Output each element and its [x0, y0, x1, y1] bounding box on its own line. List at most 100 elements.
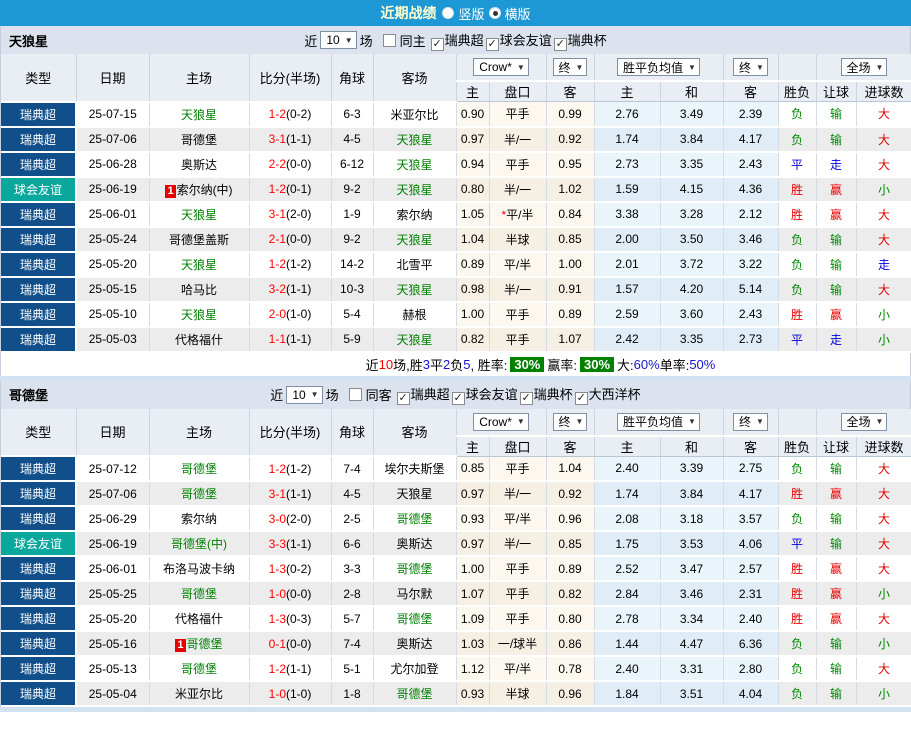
home-team[interactable]: 哥德堡盖斯 — [149, 226, 250, 253]
avg-time-select[interactable]: 终 ▼ — [733, 412, 768, 431]
avg-time-select[interactable]: 终 ▼ — [733, 58, 768, 76]
home-team[interactable]: 哥德堡 — [149, 481, 250, 507]
layout-radio-vertical[interactable] — [442, 7, 455, 19]
away-team[interactable]: 索尔纳 — [373, 201, 457, 228]
home-team[interactable]: 天狼星 — [149, 251, 250, 278]
away-team-name[interactable]: 天狼星 — [396, 333, 432, 347]
away-team[interactable]: 哥德堡 — [373, 606, 457, 632]
home-team[interactable]: 天狼星 — [149, 101, 250, 128]
home-team-name[interactable]: 布洛马波卡纳 — [163, 562, 235, 576]
home-team[interactable]: 哥德堡 — [149, 581, 250, 607]
away-team-name[interactable]: 哥德堡 — [396, 612, 432, 626]
away-team[interactable]: 天狼星 — [373, 151, 457, 178]
away-team[interactable]: 尤尔加登 — [373, 656, 457, 682]
home-team-name[interactable]: 哥德堡(中) — [171, 537, 227, 551]
home-team-name[interactable]: 哥德堡 — [181, 133, 217, 147]
home-team[interactable]: 布洛马波卡纳 — [149, 556, 250, 582]
league-checkbox[interactable] — [451, 392, 465, 405]
home-team-name[interactable]: 天狼星 — [181, 108, 217, 122]
home-team[interactable]: 哥德堡(中) — [149, 531, 250, 557]
same-venue-checkbox[interactable] — [382, 33, 396, 47]
away-team[interactable]: 天狼星 — [373, 276, 457, 303]
odds-company-select[interactable]: Crow* ▼ — [473, 412, 529, 431]
away-team-name[interactable]: 尤尔加登 — [390, 662, 438, 676]
away-team-name[interactable]: 天狼星 — [396, 233, 432, 247]
match-count-select[interactable]: 10 ▼ — [286, 385, 323, 404]
home-team-name[interactable]: 索尔纳 — [181, 512, 217, 526]
away-team[interactable]: 米亚尔比 — [373, 101, 457, 128]
away-team-name[interactable]: 奥斯达 — [396, 537, 432, 551]
match-count-select[interactable]: 10 ▼ — [320, 31, 357, 49]
league-checkbox[interactable] — [430, 37, 444, 51]
home-team-name[interactable]: 哥德堡 — [181, 487, 217, 501]
league-checkbox[interactable] — [519, 392, 533, 405]
away-team[interactable]: 天狼星 — [373, 126, 457, 153]
away-team-name[interactable]: 哥德堡 — [396, 512, 432, 526]
home-team[interactable]: 1 索尔纳(中) — [149, 176, 250, 203]
odds-company-select[interactable]: Crow* ▼ — [473, 58, 529, 76]
home-team[interactable]: 索尔纳 — [149, 506, 250, 532]
layout-radio-label[interactable]: 竖版 — [458, 4, 484, 23]
away-team[interactable]: 天狼星 — [373, 481, 457, 507]
away-team-name[interactable]: 天狼星 — [396, 133, 432, 147]
away-team-name[interactable]: 赫根 — [402, 308, 426, 322]
home-team-name[interactable]: 米亚尔比 — [175, 687, 223, 701]
away-team-name[interactable]: 天狼星 — [396, 283, 432, 297]
home-team-name[interactable]: 天狼星 — [181, 208, 217, 222]
home-team-name[interactable]: 哥德堡 — [181, 587, 217, 601]
away-team-name[interactable]: 奥斯达 — [396, 637, 432, 651]
away-team[interactable]: 哥德堡 — [373, 556, 457, 582]
away-team[interactable]: 赫根 — [373, 301, 457, 328]
handicap-time-select[interactable]: 终 ▼ — [552, 412, 588, 431]
avg-type-select[interactable]: 胜平负均值 ▼ — [617, 412, 700, 431]
away-team-name[interactable]: 哥德堡 — [396, 562, 432, 576]
home-team[interactable]: 奥斯达 — [149, 151, 250, 178]
away-team[interactable]: 天狼星 — [373, 176, 457, 203]
avg-type-select[interactable]: 胜平负均值 ▼ — [617, 58, 700, 76]
away-team-name[interactable]: 索尔纳 — [396, 208, 432, 222]
away-team-name[interactable]: 北雪平 — [396, 258, 432, 272]
away-team-name[interactable]: 马尔默 — [396, 587, 432, 601]
home-team[interactable]: 天狼星 — [149, 301, 250, 328]
away-team-name[interactable]: 天狼星 — [396, 183, 432, 197]
away-team-name[interactable]: 米亚尔比 — [390, 108, 438, 122]
away-team-name[interactable]: 哥德堡 — [396, 687, 432, 701]
home-team-name[interactable]: 哥德堡 — [187, 637, 223, 651]
away-team-name[interactable]: 天狼星 — [396, 487, 432, 501]
away-team-name[interactable]: 天狼星 — [396, 158, 432, 172]
league-checkbox[interactable] — [485, 37, 499, 51]
away-team[interactable]: 奥斯达 — [373, 631, 457, 657]
away-team[interactable]: 哥德堡 — [373, 681, 457, 707]
home-team-name[interactable]: 哥德堡盖斯 — [169, 233, 229, 247]
away-team[interactable]: 埃尔夫斯堡 — [373, 456, 457, 482]
away-team[interactable]: 天狼星 — [373, 326, 457, 353]
scope-select[interactable]: 全场 ▼ — [840, 412, 888, 431]
home-team[interactable]: 代格福什 — [149, 326, 250, 353]
away-team-name[interactable]: 埃尔夫斯堡 — [384, 462, 444, 476]
layout-radio-label[interactable]: 横版 — [505, 4, 531, 23]
home-team-name[interactable]: 索尔纳(中) — [177, 183, 233, 197]
home-team-name[interactable]: 哈马比 — [181, 283, 217, 297]
home-team[interactable]: 天狼星 — [149, 201, 250, 228]
league-checkbox[interactable] — [574, 392, 588, 405]
league-checkbox[interactable] — [396, 392, 410, 405]
home-team[interactable]: 哥德堡 — [149, 456, 250, 482]
same-venue-checkbox[interactable] — [348, 388, 362, 401]
home-team[interactable]: 哥德堡 — [149, 126, 250, 153]
scope-select[interactable]: 全场 ▼ — [840, 58, 888, 76]
home-team-name[interactable]: 哥德堡 — [181, 662, 217, 676]
home-team-name[interactable]: 天狼星 — [181, 308, 217, 322]
home-team-name[interactable]: 奥斯达 — [181, 158, 217, 172]
handicap-time-select[interactable]: 终 ▼ — [552, 58, 588, 76]
home-team-name[interactable]: 代格福什 — [175, 333, 223, 347]
home-team[interactable]: 哈马比 — [149, 276, 250, 303]
away-team[interactable]: 奥斯达 — [373, 531, 457, 557]
away-team[interactable]: 哥德堡 — [373, 506, 457, 532]
home-team[interactable]: 米亚尔比 — [149, 681, 250, 707]
layout-radio-horizontal[interactable] — [488, 7, 501, 19]
away-team[interactable]: 马尔默 — [373, 581, 457, 607]
home-team-name[interactable]: 代格福什 — [175, 612, 223, 626]
home-team[interactable]: 代格福什 — [149, 606, 250, 632]
home-team[interactable]: 1 哥德堡 — [149, 631, 250, 657]
away-team[interactable]: 天狼星 — [373, 226, 457, 253]
